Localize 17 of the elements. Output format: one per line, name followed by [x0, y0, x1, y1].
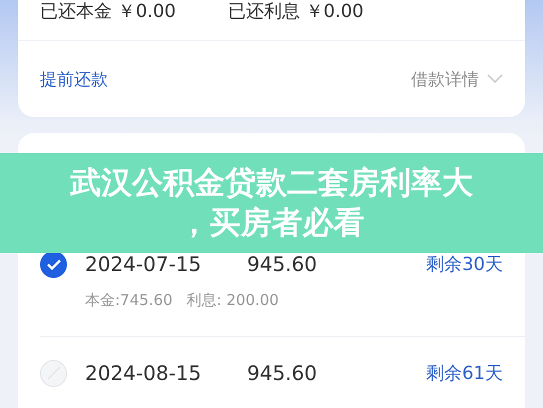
chevron-down-icon — [487, 74, 503, 84]
checkmark-icon — [46, 258, 60, 270]
days-remaining: 剩余61天 — [426, 362, 503, 385]
summary-text: 已还本金 ￥0.00 — [40, 0, 176, 24]
amount: 945.60 — [247, 361, 318, 385]
banner-title-line: ，买房者必看 — [178, 204, 364, 243]
amount: 945.60 — [247, 252, 318, 276]
summary-text: 已还利息 ￥0.00 — [228, 0, 364, 24]
days-remaining: 剩余30天 — [426, 253, 503, 276]
banner-title-line: 武汉公积金贷款二套房利率大 — [70, 164, 473, 203]
due-date: 2024-07-15 — [85, 252, 202, 276]
breakdown-text: 利息: 200.00 — [186, 291, 279, 310]
breakdown-text: 本金:745.60 — [85, 291, 173, 310]
details-button[interactable]: 借款详情 — [411, 68, 503, 90]
due-date: 2024-08-15 — [85, 361, 202, 385]
prepay-link[interactable]: 提前还款 — [40, 68, 108, 90]
checkbox[interactable] — [40, 360, 67, 386]
